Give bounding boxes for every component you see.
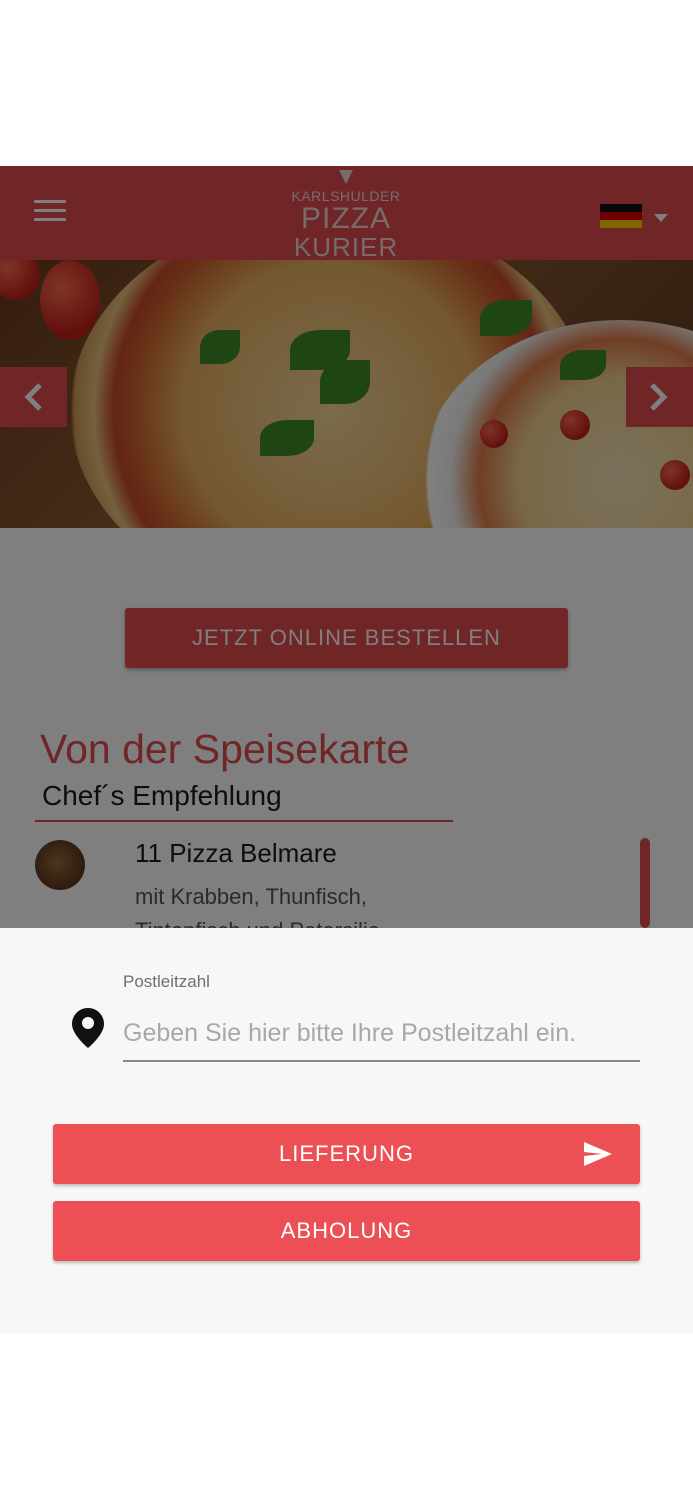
zip-label: Postleitzahl (123, 972, 210, 991)
modal-backdrop[interactable] (0, 166, 693, 928)
pickup-button[interactable]: ABHOLUNG (53, 1201, 640, 1261)
location-pin-icon (72, 1008, 104, 1048)
delivery-bottom-sheet: Postleitzahl LIEFERUNG ABHOLUNG (0, 928, 693, 1334)
pickup-button-label: ABHOLUNG (280, 1218, 413, 1243)
zip-input[interactable] (123, 1006, 640, 1062)
delivery-button[interactable]: LIEFERUNG (53, 1124, 640, 1184)
app-screen: KARLSHULDER PIZZA KURIER (0, 166, 693, 1334)
delivery-button-label: LIEFERUNG (279, 1141, 414, 1166)
send-icon (584, 1142, 612, 1166)
